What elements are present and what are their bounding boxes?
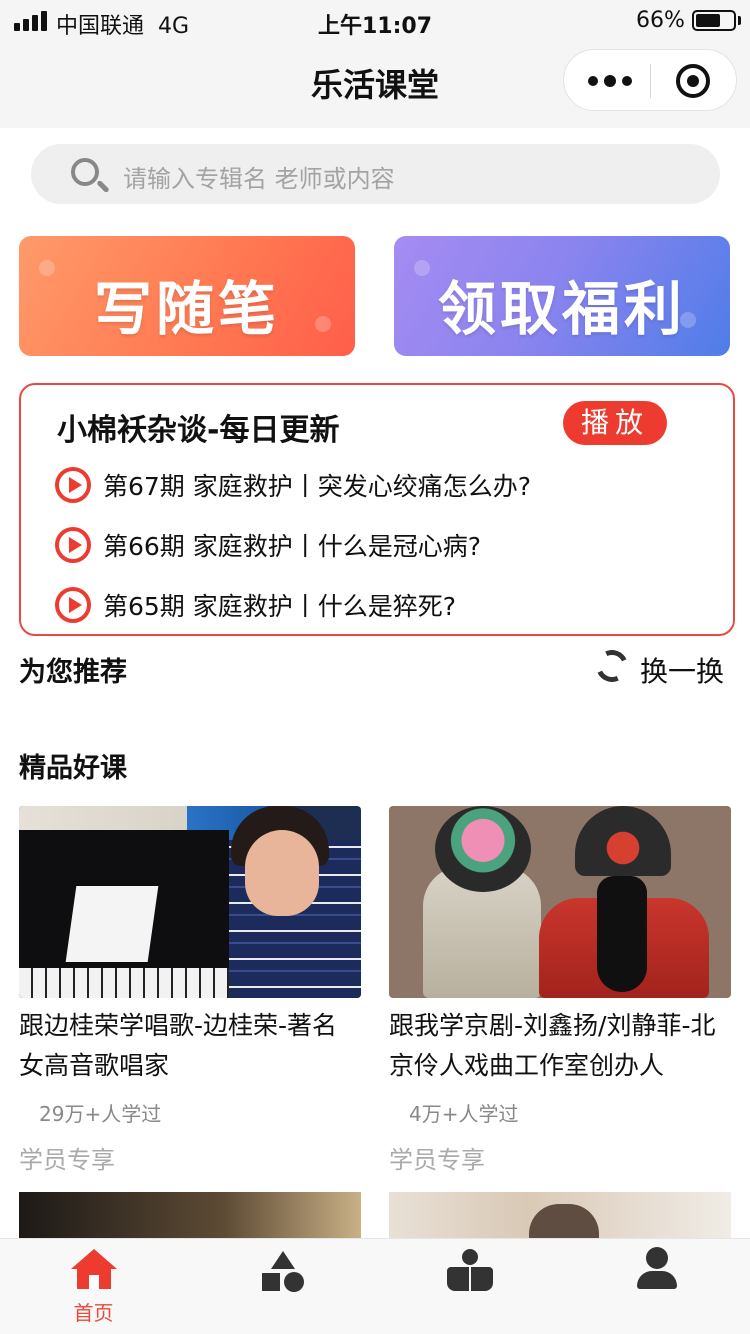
write-essay-banner[interactable]: 写随笔 bbox=[19, 236, 355, 356]
user-icon bbox=[637, 1247, 677, 1289]
learner-count: 4万+人学过 bbox=[409, 1102, 519, 1126]
course-card[interactable]: 跟我学京剧-刘鑫扬/刘静菲-北京伶人戏曲工作室创办人 4万+人学过 学员专享 bbox=[389, 806, 731, 1176]
refresh-label: 换一换 bbox=[640, 655, 725, 688]
episode-title: 第66期 家庭救护丨什么是冠心病? bbox=[103, 532, 482, 561]
course-thumbnail-partial[interactable] bbox=[389, 1192, 731, 1238]
shapes-icon bbox=[262, 1251, 304, 1292]
capsule-divider bbox=[650, 64, 651, 98]
course-title: 跟我学京剧-刘鑫扬/刘静菲-北京伶人戏曲工作室创办人 bbox=[389, 1011, 716, 1080]
battery-percent: 66% bbox=[636, 8, 685, 33]
write-essay-label: 写随笔 bbox=[93, 275, 280, 343]
more-icon[interactable] bbox=[588, 75, 632, 87]
home-icon bbox=[71, 1249, 117, 1291]
claim-benefits-label: 领取福利 bbox=[437, 275, 686, 343]
tab-home[interactable]: 首页 bbox=[0, 1239, 187, 1334]
play-button[interactable]: 播放 bbox=[563, 401, 667, 445]
refresh-icon bbox=[591, 645, 633, 687]
reader-icon bbox=[447, 1249, 493, 1291]
play-circle-icon bbox=[55, 527, 91, 563]
course-card[interactable]: 跟边桂荣学唱歌-边桂荣-著名女高音歌唱家 29万+人学过 学员专享 bbox=[19, 806, 361, 1176]
podcast-card[interactable]: 小棉袄杂谈-每日更新 播放 第67期 家庭救护丨突发心绞痛怎么办? 第66期 家… bbox=[19, 383, 735, 636]
close-miniprogram-icon[interactable] bbox=[676, 64, 710, 98]
member-tag: 学员专享 bbox=[389, 1146, 485, 1174]
tab-study[interactable] bbox=[375, 1239, 562, 1334]
top-bar: 中国联通 4G 上午11:07 66% 乐活课堂 bbox=[0, 0, 750, 128]
premium-title: 精品好课 bbox=[19, 753, 127, 784]
battery-cap bbox=[738, 16, 741, 25]
recommend-title: 为您推荐 bbox=[19, 657, 127, 688]
tab-home-label: 首页 bbox=[73, 1301, 114, 1325]
miniprogram-capsule bbox=[563, 49, 737, 111]
learner-count: 29万+人学过 bbox=[39, 1102, 162, 1126]
tab-profile[interactable] bbox=[563, 1239, 750, 1334]
battery-level bbox=[696, 14, 720, 27]
podcast-title: 小棉袄杂谈-每日更新 bbox=[57, 413, 340, 448]
member-tag: 学员专享 bbox=[19, 1146, 115, 1174]
course-title: 跟边桂荣学唱歌-边桂荣-著名女高音歌唱家 bbox=[19, 1011, 338, 1080]
tab-bar: 首页 bbox=[0, 1238, 750, 1334]
search-placeholder: 请输入专辑名 老师或内容 bbox=[123, 165, 395, 193]
search-bar[interactable]: 请输入专辑名 老师或内容 bbox=[31, 144, 720, 204]
episode-title: 第65期 家庭救护丨什么是猝死? bbox=[103, 592, 457, 621]
tab-categories[interactable] bbox=[188, 1239, 375, 1334]
battery-icon bbox=[692, 10, 736, 31]
search-icon bbox=[71, 158, 99, 186]
course-thumbnail-partial[interactable] bbox=[19, 1192, 361, 1238]
episode-title: 第67期 家庭救护丨突发心绞痛怎么办? bbox=[103, 472, 532, 501]
play-circle-icon bbox=[55, 467, 91, 503]
course-thumbnail[interactable] bbox=[389, 806, 731, 998]
play-circle-icon bbox=[55, 587, 91, 623]
claim-benefits-banner[interactable]: 领取福利 bbox=[394, 236, 730, 356]
course-thumbnail[interactable] bbox=[19, 806, 361, 998]
status-bar: 中国联通 4G 上午11:07 66% bbox=[0, 0, 750, 44]
